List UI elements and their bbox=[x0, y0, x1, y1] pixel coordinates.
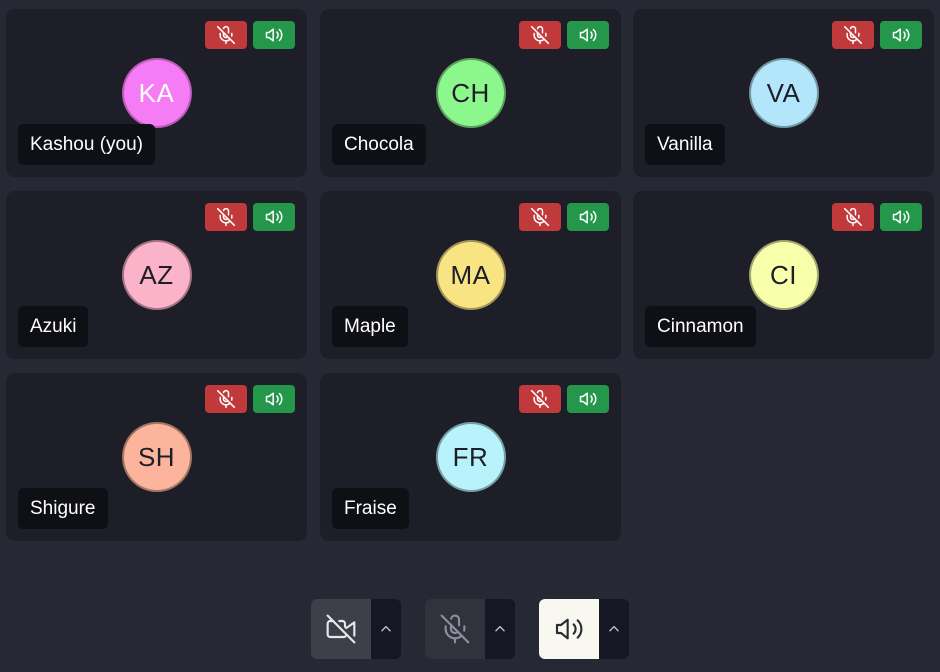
participant-tile: AZ Azuki bbox=[6, 191, 307, 359]
speaker-icon bbox=[265, 392, 283, 406]
speaker-on-badge bbox=[253, 21, 295, 49]
avatar-initials: SH bbox=[137, 441, 176, 472]
speaker-on-badge bbox=[253, 385, 295, 413]
camera-toggle-button[interactable] bbox=[311, 599, 371, 659]
participant-name: Fraise bbox=[332, 488, 409, 529]
participant-name: Vanilla bbox=[645, 124, 725, 165]
avatar: VA bbox=[748, 58, 819, 128]
avatar-initials: KA bbox=[138, 77, 175, 108]
status-badges bbox=[205, 21, 295, 49]
participant-tile: KA Kashou (you) bbox=[6, 9, 307, 177]
avatar: CH bbox=[435, 58, 506, 128]
avatar-initials: FR bbox=[452, 441, 489, 472]
speaker-icon bbox=[892, 210, 910, 224]
mic-off-icon bbox=[216, 25, 236, 45]
speaker-icon bbox=[579, 28, 597, 42]
status-badges bbox=[519, 203, 609, 231]
speaker-on-badge bbox=[880, 203, 922, 231]
mic-muted-badge bbox=[519, 21, 561, 49]
speaker-on-badge bbox=[253, 203, 295, 231]
participant-tile: SH Shigure bbox=[6, 373, 307, 541]
avatar: MA bbox=[435, 240, 506, 310]
status-badges bbox=[832, 21, 922, 49]
chevron-up-icon bbox=[609, 625, 619, 632]
speaker-options-button[interactable] bbox=[599, 599, 629, 659]
camera-off-icon bbox=[326, 614, 356, 644]
avatar-initials: VA bbox=[766, 77, 801, 108]
speaker-control bbox=[539, 599, 629, 659]
participant-name: Shigure bbox=[18, 488, 108, 529]
mic-off-icon bbox=[216, 207, 236, 227]
participant-tile: CI Cinnamon bbox=[633, 191, 934, 359]
mic-off-icon bbox=[843, 25, 863, 45]
status-badges bbox=[519, 21, 609, 49]
speaker-icon bbox=[265, 28, 283, 42]
mic-muted-badge bbox=[832, 203, 874, 231]
mic-muted-badge bbox=[205, 203, 247, 231]
mic-off-icon bbox=[843, 207, 863, 227]
participant-name: Azuki bbox=[18, 306, 89, 347]
chevron-up-icon bbox=[495, 625, 505, 632]
mic-off-icon bbox=[530, 25, 550, 45]
participant-name: Kashou (you) bbox=[18, 124, 156, 165]
participant-tile: VA Vanilla bbox=[633, 9, 934, 177]
participant-name: Cinnamon bbox=[645, 306, 756, 347]
mic-muted-badge bbox=[205, 385, 247, 413]
microphone-options-button[interactable] bbox=[485, 599, 515, 659]
mic-off-icon bbox=[440, 614, 470, 644]
speaker-on-badge bbox=[880, 21, 922, 49]
status-badges bbox=[205, 203, 295, 231]
avatar-initials: CH bbox=[451, 77, 490, 108]
mic-off-icon bbox=[530, 389, 550, 409]
mic-off-icon bbox=[530, 207, 550, 227]
avatar-initials: AZ bbox=[139, 259, 174, 290]
participant-tile: MA Maple bbox=[320, 191, 621, 359]
speaker-icon bbox=[265, 210, 283, 224]
avatar: SH bbox=[121, 422, 192, 492]
participant-name: Chocola bbox=[332, 124, 426, 165]
speaker-on-badge bbox=[567, 203, 609, 231]
avatar: AZ bbox=[121, 240, 192, 310]
avatar: FR bbox=[435, 422, 506, 492]
avatar: CI bbox=[748, 240, 819, 310]
status-badges bbox=[832, 203, 922, 231]
mic-muted-badge bbox=[519, 385, 561, 413]
avatar-initials: MA bbox=[450, 259, 491, 290]
chevron-up-icon bbox=[381, 625, 391, 632]
speaker-icon bbox=[892, 28, 910, 42]
camera-options-button[interactable] bbox=[371, 599, 401, 659]
participant-tile: CH Chocola bbox=[320, 9, 621, 177]
speaker-icon bbox=[579, 210, 597, 224]
mic-muted-badge bbox=[519, 203, 561, 231]
speaker-on-badge bbox=[567, 385, 609, 413]
mic-muted-badge bbox=[832, 21, 874, 49]
speaker-on-badge bbox=[567, 21, 609, 49]
speaker-toggle-button[interactable] bbox=[539, 599, 599, 659]
participant-name: Maple bbox=[332, 306, 408, 347]
avatar: KA bbox=[121, 58, 192, 128]
participant-tile: FR Fraise bbox=[320, 373, 621, 541]
status-badges bbox=[205, 385, 295, 413]
mic-off-icon bbox=[216, 389, 236, 409]
camera-control bbox=[311, 599, 401, 659]
speaker-icon bbox=[555, 618, 583, 640]
speaker-icon bbox=[579, 392, 597, 406]
status-badges bbox=[519, 385, 609, 413]
mic-muted-badge bbox=[205, 21, 247, 49]
microphone-control bbox=[425, 599, 515, 659]
microphone-toggle-button[interactable] bbox=[425, 599, 485, 659]
avatar-initials: CI bbox=[770, 259, 797, 290]
